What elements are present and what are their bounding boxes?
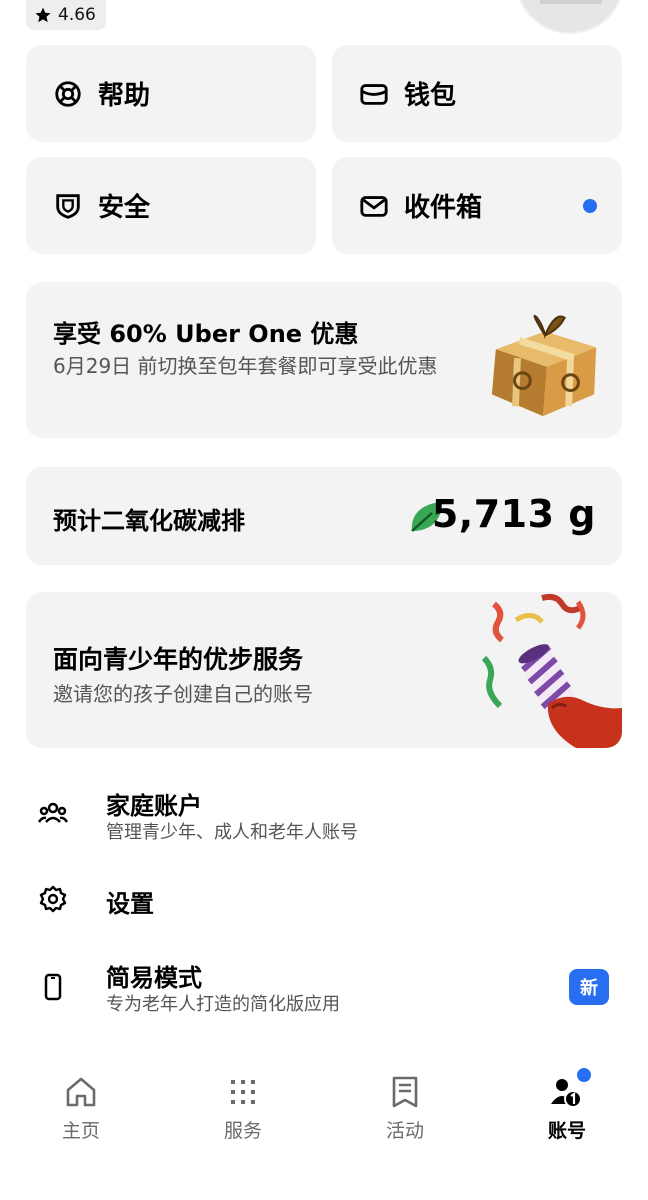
carbon-savings-card[interactable]: 预计二氧化碳减排 5,713 g bbox=[26, 467, 622, 565]
family-title: 家庭账户 bbox=[106, 792, 202, 820]
shield-icon bbox=[52, 190, 84, 222]
tile-inbox-label: 收件箱 bbox=[404, 193, 483, 223]
nav-services-label: 服务 bbox=[223, 1120, 262, 1142]
avatar[interactable] bbox=[516, 0, 624, 34]
teen-title: 面向青少年的优步服务 bbox=[53, 645, 304, 674]
nav-activity-label: 活动 bbox=[385, 1120, 424, 1142]
nav-home-label: 主页 bbox=[61, 1120, 100, 1142]
new-badge: 新 bbox=[569, 969, 609, 1005]
simple-mode-subtitle: 专为老年人打造的简化版应用 bbox=[106, 994, 340, 1015]
promo-subtitle: 6月29日 前切换至包年套餐即可享受此优惠 bbox=[53, 354, 438, 378]
carbon-label: 预计二氧化碳减排 bbox=[53, 507, 245, 535]
nav-account[interactable]: 账号 bbox=[507, 1062, 627, 1152]
nav-account-label: 账号 bbox=[547, 1120, 586, 1142]
bottom-nav: 主页 服务 活动 账号 bbox=[0, 1062, 648, 1162]
rating-badge: 4.66 bbox=[26, 0, 106, 30]
wallet-icon bbox=[358, 78, 390, 110]
teen-accounts-card[interactable]: 面向青少年的优步服务 邀请您的孩子创建自己的账号 bbox=[26, 592, 622, 748]
account-page: 4.66 帮助 钱包 安全 收件箱 享受 60% Uber One 优惠 6月2… bbox=[0, 0, 648, 1200]
tile-wallet-label: 钱包 bbox=[404, 81, 457, 111]
gift-box-image bbox=[491, 314, 597, 417]
family-subtitle: 管理青少年、成人和老年人账号 bbox=[106, 822, 358, 843]
list-item-settings[interactable]: 设置 bbox=[0, 864, 648, 934]
help-icon bbox=[52, 78, 84, 110]
carbon-value: 5,713 g bbox=[431, 492, 596, 536]
list-item-simple-mode[interactable]: 简易模式 专为老年人打造的简化版应用 新 bbox=[0, 950, 648, 1020]
nav-services[interactable]: 服务 bbox=[183, 1062, 303, 1152]
uber-one-promo-card[interactable]: 享受 60% Uber One 优惠 6月29日 前切换至包年套餐即可享受此优惠 bbox=[26, 282, 622, 438]
receipt-icon bbox=[392, 1076, 418, 1108]
tile-safety-label: 安全 bbox=[98, 193, 151, 223]
party-popper-image bbox=[482, 593, 622, 748]
inbox-icon bbox=[358, 190, 390, 222]
family-icon bbox=[37, 798, 69, 828]
tile-safety[interactable]: 安全 bbox=[26, 157, 316, 254]
tile-help[interactable]: 帮助 bbox=[26, 45, 316, 142]
nav-activity[interactable]: 活动 bbox=[345, 1062, 465, 1152]
tile-inbox[interactable]: 收件箱 bbox=[332, 157, 622, 254]
phone-icon bbox=[38, 972, 68, 1002]
teen-subtitle: 邀请您的孩子创建自己的账号 bbox=[53, 682, 313, 706]
grid-icon bbox=[231, 1080, 255, 1104]
tile-wallet[interactable]: 钱包 bbox=[332, 45, 622, 142]
star-icon bbox=[35, 7, 51, 23]
promo-title: 享受 60% Uber One 优惠 bbox=[53, 320, 359, 348]
unread-dot bbox=[583, 199, 597, 213]
nav-home[interactable]: 主页 bbox=[21, 1062, 141, 1152]
rating-value: 4.66 bbox=[58, 5, 96, 25]
settings-icon bbox=[38, 884, 68, 914]
list-item-family[interactable]: 家庭账户 管理青少年、成人和老年人账号 bbox=[0, 780, 648, 850]
home-icon bbox=[66, 1077, 96, 1107]
simple-mode-title: 简易模式 bbox=[106, 964, 202, 992]
settings-title: 设置 bbox=[106, 890, 154, 918]
tile-help-label: 帮助 bbox=[98, 81, 151, 111]
account-notification-dot bbox=[577, 1068, 591, 1082]
